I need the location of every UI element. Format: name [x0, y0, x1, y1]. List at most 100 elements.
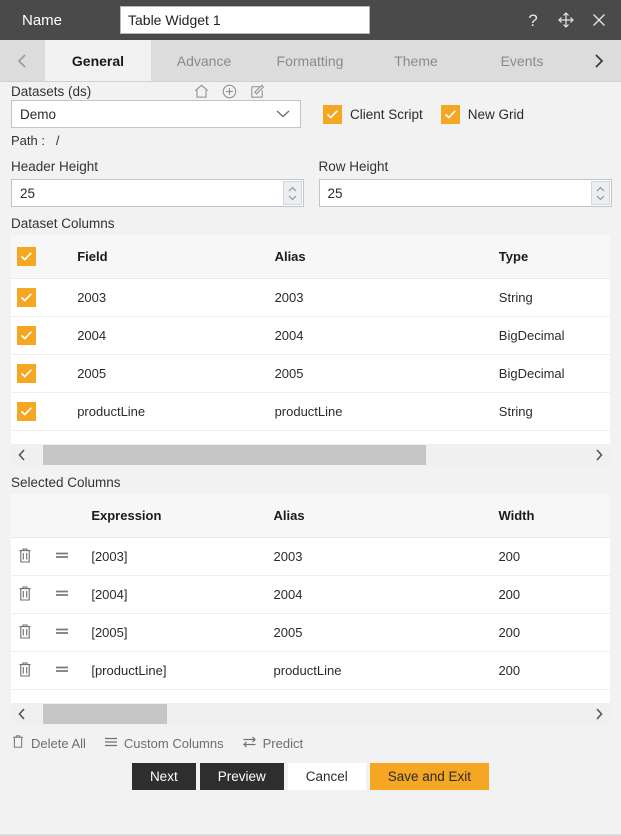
delete-all-label: Delete All: [31, 735, 86, 751]
widget-name-input[interactable]: [120, 6, 370, 34]
row-checkbox[interactable]: [17, 402, 36, 421]
table-row[interactable]: [productLine] productLine 200: [11, 652, 610, 690]
row-checkbox[interactable]: [17, 364, 36, 383]
row-checkbox[interactable]: [17, 326, 36, 345]
table-row[interactable]: productLine productLine String: [11, 393, 610, 431]
tab-label: Formatting: [276, 52, 344, 69]
cell-field: productLine: [77, 404, 146, 419]
datasets-icon-group: [192, 82, 266, 100]
height-settings: Header Height 25 Row Height 25: [0, 159, 621, 207]
trash-icon[interactable]: [17, 623, 33, 643]
trash-icon[interactable]: [17, 547, 33, 567]
table-row[interactable]: 2005 2005 BigDecimal: [11, 355, 610, 393]
help-icon[interactable]: ?: [523, 10, 543, 30]
save-and-exit-button[interactable]: Save and Exit: [369, 763, 490, 790]
cell-width: 200: [498, 663, 521, 678]
column-header-alias: Alias: [274, 249, 306, 264]
move-icon[interactable]: [556, 10, 576, 30]
row-height-value: 25: [327, 185, 343, 201]
tab-general[interactable]: General: [45, 40, 151, 81]
delete-all-button[interactable]: Delete All: [11, 734, 86, 752]
trash-icon[interactable]: [17, 661, 33, 681]
dataset-path: Path : /: [0, 128, 621, 148]
trash-icon[interactable]: [17, 585, 33, 605]
datasets-label: Datasets (ds): [11, 83, 92, 99]
cell-alias: 2005: [274, 366, 304, 381]
cell-alias: 2003: [274, 290, 304, 305]
row-checkbox[interactable]: [17, 288, 36, 307]
table-footer-spacer: [11, 431, 610, 444]
select-all-checkbox-cell: [11, 247, 52, 266]
select-all-checkbox[interactable]: [17, 247, 36, 266]
custom-columns-button[interactable]: Custom Columns: [104, 735, 224, 752]
tab-formatting[interactable]: Formatting: [257, 40, 363, 81]
scroll-left-icon[interactable]: [11, 448, 33, 462]
predict-button[interactable]: Predict: [242, 735, 303, 752]
plus-circle-icon[interactable]: [220, 82, 238, 100]
tab-theme[interactable]: Theme: [363, 40, 469, 81]
client-script-checkbox[interactable]: [323, 104, 342, 124]
row-height-group: Row Height 25: [318, 159, 621, 207]
cell-alias: 2003: [273, 549, 303, 564]
scrollbar-track[interactable]: [33, 444, 610, 466]
header-height-stepper[interactable]: 25: [11, 179, 304, 207]
hamburger-icon: [104, 735, 118, 752]
column-header-expression: Expression: [91, 508, 162, 523]
row-checkbox-cell: [11, 402, 52, 421]
scrollbar-track[interactable]: [33, 703, 610, 725]
table-row[interactable]: 2004 2004 BigDecimal: [11, 317, 610, 355]
home-icon[interactable]: [192, 82, 210, 100]
cell-field: 2003: [77, 290, 107, 305]
drag-handle-icon[interactable]: [52, 625, 72, 640]
next-button[interactable]: Next: [131, 763, 196, 790]
scroll-right-icon[interactable]: [588, 448, 610, 462]
drag-handle-icon[interactable]: [52, 549, 72, 564]
drag-handle-icon[interactable]: [52, 663, 72, 678]
close-icon[interactable]: [589, 10, 609, 30]
cancel-button[interactable]: Cancel: [287, 763, 366, 790]
row-height-spinner-buttons[interactable]: [590, 181, 610, 205]
header-height-spinner-buttons[interactable]: [283, 181, 302, 205]
column-tools: Delete All Custom Columns Predict: [0, 725, 621, 752]
table-footer-spacer: [11, 690, 610, 703]
svg-text:?: ?: [528, 11, 537, 29]
selected-columns-hscrollbar[interactable]: [11, 703, 610, 725]
new-grid-checkbox[interactable]: [440, 104, 460, 124]
cell-field: 2005: [77, 366, 107, 381]
scroll-left-icon[interactable]: [11, 707, 33, 721]
drag-handle-cell: [52, 587, 91, 602]
dataset-select[interactable]: Demo: [11, 100, 301, 128]
scrollbar-thumb[interactable]: [43, 704, 167, 724]
table-row[interactable]: [2003] 2003 200: [11, 538, 610, 576]
tab-advance[interactable]: Advance: [151, 40, 257, 81]
custom-columns-label: Custom Columns: [123, 735, 224, 751]
dataset-select-value: Demo: [20, 106, 57, 122]
cell-field: 2004: [77, 328, 107, 343]
dialog-actions: Next Preview Cancel Save and Exit: [0, 763, 621, 790]
chevron-right-icon[interactable]: [575, 40, 621, 81]
header-height-group: Header Height 25: [11, 159, 314, 207]
cell-expression: [productLine]: [91, 663, 167, 678]
cell-type: BigDecimal: [498, 366, 565, 381]
cell-width: 200: [498, 587, 521, 602]
path-label: Path :: [11, 133, 45, 148]
edit-icon[interactable]: [248, 82, 266, 100]
general-tab-panel: Datasets (ds) Demo Client Script New Gri…: [0, 82, 621, 836]
dataset-columns-hscrollbar[interactable]: [11, 444, 610, 466]
selected-columns-title: Selected Columns: [11, 475, 121, 490]
table-row[interactable]: 2003 2003 String: [11, 279, 610, 317]
scrollbar-thumb[interactable]: [43, 445, 426, 465]
table-row[interactable]: [2004] 2004 200: [11, 576, 610, 614]
preview-button[interactable]: Preview: [199, 763, 284, 790]
tab-events[interactable]: Events: [469, 40, 575, 81]
drag-handle-cell: [52, 625, 91, 640]
cell-width: 200: [498, 549, 521, 564]
table-row[interactable]: [2005] 2005 200: [11, 614, 610, 652]
drag-handle-icon[interactable]: [52, 587, 72, 602]
chevron-left-icon[interactable]: [0, 40, 45, 81]
cell-alias: 2004: [274, 328, 304, 343]
scroll-right-icon[interactable]: [588, 707, 610, 721]
row-height-stepper[interactable]: 25: [318, 179, 612, 207]
delete-row-cell: [11, 547, 52, 567]
column-header-alias: Alias: [273, 508, 305, 523]
